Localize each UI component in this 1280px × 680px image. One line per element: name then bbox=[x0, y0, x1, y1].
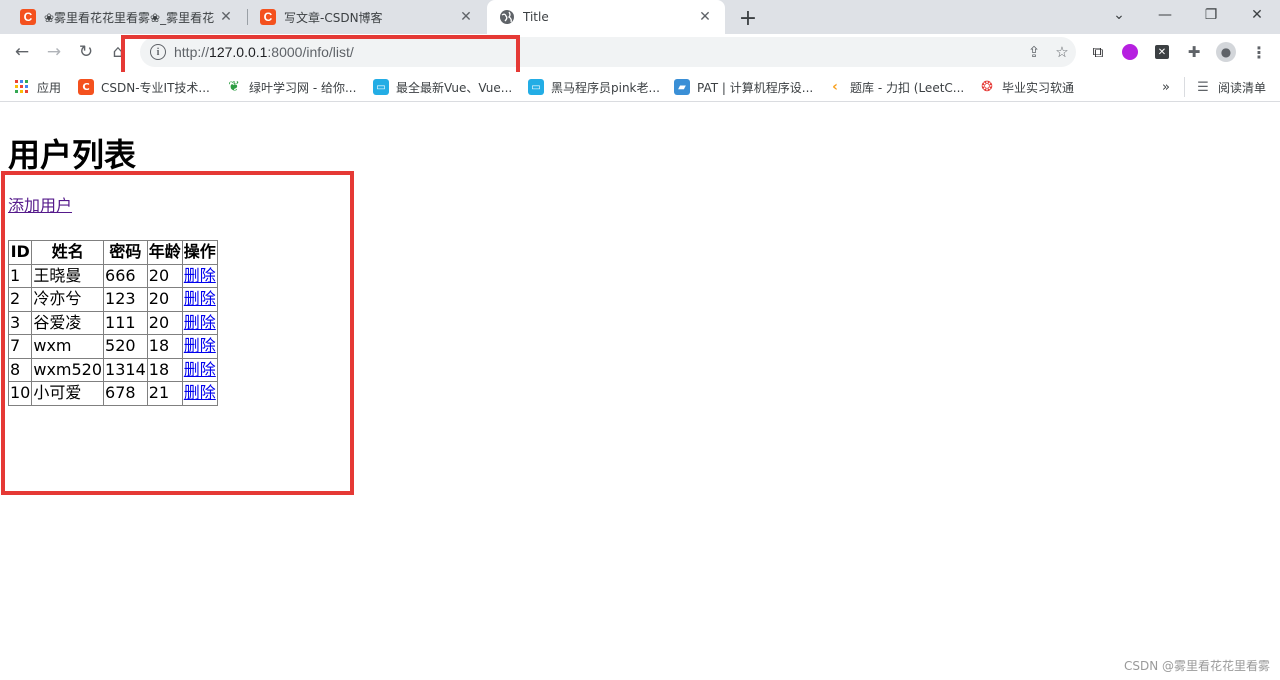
tab-title: 写文章-CSDN博客 bbox=[284, 10, 383, 25]
reload-icon[interactable]: ↻ bbox=[72, 38, 100, 66]
watermark: CSDN @雾里看花花里看雾 bbox=[1123, 659, 1270, 673]
restore-button[interactable]: ❐ bbox=[1188, 0, 1234, 30]
csdn-icon: C bbox=[20, 9, 36, 25]
bookmark-label: 题库 - 力扣 (LeetC... bbox=[850, 80, 965, 95]
reading-list-icon: ☰ bbox=[1197, 79, 1209, 95]
purple-circle-icon bbox=[1122, 44, 1138, 60]
bookmark-label: 应用 bbox=[37, 80, 62, 95]
leetcode-icon: ‹ bbox=[832, 79, 838, 95]
bookmark-label: 毕业实习软通 bbox=[1002, 80, 1075, 95]
share-icon[interactable]: ⇪ bbox=[1020, 38, 1048, 66]
person-icon: ● bbox=[1216, 42, 1236, 62]
minimize-button[interactable]: — bbox=[1142, 0, 1188, 30]
bookmark-pat[interactable]: ▰ PAT | 计算机程序设... bbox=[674, 77, 813, 97]
extension-x-icon[interactable]: ✕ bbox=[1151, 41, 1173, 63]
bookmark-heima[interactable]: ▭ 黑马程序员pink老... bbox=[528, 77, 660, 97]
menu-dots-icon[interactable]: ⋮ bbox=[1248, 41, 1270, 63]
bookmarks-bar: 应用 C CSDN-专业IT技术... ❦ 绿叶学习网 - 给你... ▭ 最全… bbox=[0, 72, 1280, 102]
x-icon: ✕ bbox=[1155, 45, 1169, 59]
tab-active-title[interactable]: Title ✕ bbox=[487, 0, 725, 34]
back-arrow-icon[interactable]: ← bbox=[8, 38, 36, 66]
bookmark-leetcode[interactable]: ‹ 题库 - 力扣 (LeetC... bbox=[827, 77, 964, 97]
bilibili-icon: ▭ bbox=[373, 79, 389, 95]
bookmark-vue[interactable]: ▭ 最全最新Vue、Vue... bbox=[373, 77, 512, 97]
close-icon[interactable]: ✕ bbox=[216, 7, 236, 27]
page-content: 用户列表 添加用户 ID 姓名 密码 年龄 操作 1 王晓曼 666 20 删除… bbox=[0, 103, 1280, 680]
tab-title: Title bbox=[523, 10, 549, 24]
close-icon[interactable]: ✕ bbox=[695, 7, 715, 27]
tab-csdn-write[interactable]: C 写文章-CSDN博客 ✕ bbox=[248, 0, 486, 34]
softstone-icon: ❂ bbox=[981, 79, 993, 95]
bookmark-label: 黑马程序员pink老... bbox=[551, 80, 660, 95]
puzzle-icon[interactable]: ✚ bbox=[1183, 41, 1205, 63]
bookmark-label: PAT | 计算机程序设... bbox=[697, 80, 814, 95]
apps-grid-icon bbox=[14, 79, 30, 95]
bookmark-label: CSDN-专业IT技术... bbox=[101, 80, 210, 95]
tab-title: ❀雾里看花花里看雾❀_雾里看花 bbox=[44, 10, 215, 25]
extension-purple-icon[interactable] bbox=[1119, 41, 1141, 63]
new-tab-button[interactable]: + bbox=[736, 6, 760, 31]
star-icon[interactable]: ☆ bbox=[1048, 38, 1076, 66]
profile-avatar[interactable]: ● bbox=[1215, 41, 1237, 63]
tab-strip: C ❀雾里看花花里看雾❀_雾里看花 ✕ C 写文章-CSDN博客 ✕ Title… bbox=[0, 0, 1280, 34]
pat-icon: ▰ bbox=[674, 79, 690, 95]
tab-search-icon[interactable]: ⌄ bbox=[1096, 0, 1142, 30]
forward-arrow-icon[interactable]: → bbox=[40, 38, 68, 66]
reading-list-button[interactable]: ☰ 阅读清单 bbox=[1195, 77, 1266, 97]
bookmarks-divider bbox=[1184, 77, 1185, 97]
close-window-button[interactable]: ✕ bbox=[1234, 0, 1280, 30]
close-icon[interactable]: ✕ bbox=[456, 7, 476, 27]
bookmark-lvye[interactable]: ❦ 绿叶学习网 - 给你... bbox=[226, 77, 356, 97]
table-highlight-box bbox=[1, 171, 354, 495]
csdn-icon: C bbox=[78, 79, 94, 95]
leaf-icon: ❦ bbox=[228, 79, 240, 95]
bookmark-softstone[interactable]: ❂ 毕业实习软通 bbox=[979, 77, 1074, 97]
globe-icon bbox=[500, 10, 514, 24]
bookmarks-overflow-button[interactable]: » bbox=[1162, 77, 1170, 97]
extension-link-icon[interactable]: ⧉ bbox=[1087, 41, 1109, 63]
tab-csdn-blog[interactable]: C ❀雾里看花花里看雾❀_雾里看花 ✕ bbox=[8, 0, 246, 34]
bookmark-label: 绿叶学习网 - 给你... bbox=[249, 80, 357, 95]
csdn-icon: C bbox=[260, 9, 276, 25]
bilibili-icon: ▭ bbox=[528, 79, 544, 95]
bookmark-csdn[interactable]: C CSDN-专业IT技术... bbox=[78, 77, 210, 97]
bookmark-apps[interactable]: 应用 bbox=[14, 77, 61, 97]
page-title: 用户列表 bbox=[8, 136, 137, 174]
reading-list-label: 阅读清单 bbox=[1218, 80, 1267, 95]
bookmark-label: 最全最新Vue、Vue... bbox=[396, 80, 513, 95]
